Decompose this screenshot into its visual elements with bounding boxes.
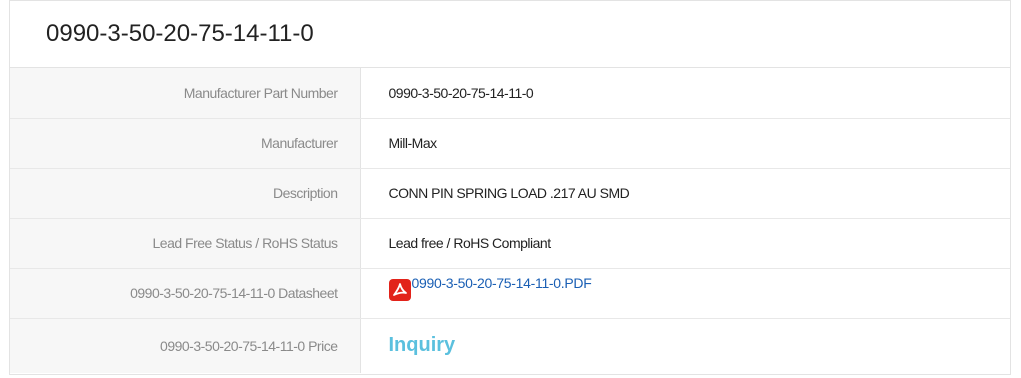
- table-row: Manufacturer Part Number 0990-3-50-20-75…: [10, 68, 1010, 119]
- datasheet-link[interactable]: 0990-3-50-20-75-14-11-0.PDF: [388, 274, 592, 301]
- specs-table: Manufacturer Part Number 0990-3-50-20-75…: [10, 68, 1010, 373]
- inquiry-link[interactable]: Inquiry: [389, 334, 456, 356]
- part-number-value: 0990-3-50-20-75-14-11-0: [360, 68, 1010, 119]
- manufacturer-value: Mill-Max: [360, 118, 1010, 169]
- table-row: 0990-3-50-20-75-14-11-0 Datasheet 0990-3…: [10, 268, 1010, 319]
- datasheet-label: 0990-3-50-20-75-14-11-0 Datasheet: [10, 268, 361, 319]
- price-cell: Inquiry: [360, 318, 1010, 373]
- table-row: 0990-3-50-20-75-14-11-0 Price Inquiry: [10, 318, 1010, 373]
- rohs-status-label: Lead Free Status / RoHS Status: [10, 218, 361, 269]
- product-detail-panel: 0990-3-50-20-75-14-11-0 Manufacturer Par…: [9, 0, 1011, 375]
- rohs-status-value: Lead free / RoHS Compliant: [360, 218, 1010, 269]
- page-title: 0990-3-50-20-75-14-11-0: [10, 1, 1010, 68]
- datasheet-cell: 0990-3-50-20-75-14-11-0.PDF: [360, 268, 1010, 319]
- part-number-label: Manufacturer Part Number: [10, 68, 361, 119]
- manufacturer-label: Manufacturer: [10, 118, 361, 169]
- table-row: Description CONN PIN SPRING LOAD .217 AU…: [10, 168, 1010, 219]
- description-label: Description: [10, 168, 361, 219]
- table-row: Lead Free Status / RoHS Status Lead free…: [10, 218, 1010, 269]
- pdf-icon: [388, 278, 411, 301]
- datasheet-link-text: 0990-3-50-20-75-14-11-0.PDF: [411, 274, 592, 291]
- table-row: Manufacturer Mill-Max: [10, 118, 1010, 169]
- description-value: CONN PIN SPRING LOAD .217 AU SMD: [360, 168, 1010, 219]
- price-label: 0990-3-50-20-75-14-11-0 Price: [10, 318, 361, 373]
